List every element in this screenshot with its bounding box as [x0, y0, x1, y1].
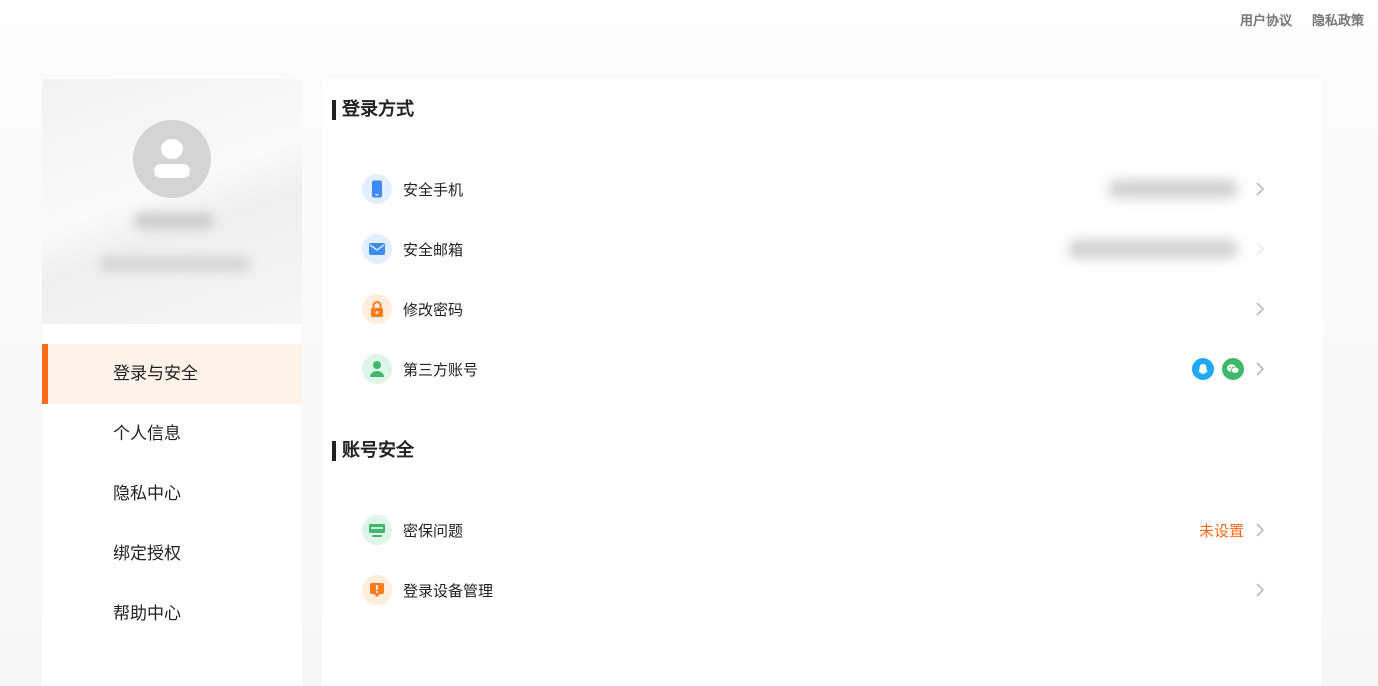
- sidebar-item-help-center[interactable]: 帮助中心: [42, 584, 302, 644]
- login-device-management-label: 登录设备管理: [403, 581, 494, 600]
- third-party-accounts-row[interactable]: 第三方账号: [362, 349, 1268, 389]
- login-device-management-row[interactable]: 登录设备管理: [362, 570, 1268, 610]
- blurred-username: [134, 212, 214, 230]
- chevron-right-icon: [1256, 242, 1265, 256]
- wechat-icon: [1222, 358, 1244, 380]
- status-unset-text: 未设置: [1198, 521, 1244, 540]
- security-email-label: 安全邮箱: [403, 240, 464, 259]
- sidebar-item-privacy-center[interactable]: 隐私中心: [42, 464, 302, 524]
- monitor-icon: [362, 515, 392, 545]
- qq-icon: [1192, 358, 1214, 380]
- chevron-right-icon: [1256, 302, 1265, 316]
- security-phone-value: [1108, 180, 1268, 198]
- chevron-right-icon: [1256, 523, 1265, 537]
- security-email-row[interactable]: 安全邮箱: [362, 229, 1268, 269]
- device-alert-icon: [362, 575, 392, 605]
- sidebar-item-bind-authorization[interactable]: 绑定授权: [42, 524, 302, 584]
- lock-icon: [362, 294, 392, 324]
- account-security-title: 账号安全: [332, 441, 414, 461]
- security-phone-row[interactable]: 安全手机: [362, 169, 1268, 209]
- change-password-row[interactable]: 修改密码: [362, 289, 1268, 329]
- main-panel: 登录方式 安全手机 安全邮箱 修改密码 第三方账号 账号安全 密保问题 未设置 …: [322, 79, 1322, 686]
- security-phone-label: 安全手机: [403, 180, 464, 199]
- top-links: 用户协议 隐私政策: [1240, 10, 1364, 29]
- blurred-user-info: [100, 256, 250, 272]
- chevron-right-icon: [1256, 362, 1265, 376]
- security-question-status: 未设置: [1199, 520, 1268, 541]
- account-settings-page: 用户协议 隐私政策 登录与安全 个人信息 隐私中心 绑定授权 帮助中心 登录方式: [0, 0, 1378, 686]
- chevron-right-icon: [1256, 583, 1265, 597]
- user-icon: [362, 354, 392, 384]
- third-party-badges: [1192, 358, 1268, 380]
- login-methods-title: 登录方式: [332, 100, 414, 120]
- third-party-accounts-label: 第三方账号: [403, 360, 479, 379]
- sidebar-item-personal-info[interactable]: 个人信息: [42, 404, 302, 464]
- change-password-label: 修改密码: [403, 300, 464, 319]
- security-email-value: [1068, 240, 1268, 258]
- profile-card: [42, 79, 302, 324]
- security-question-label: 密保问题: [403, 521, 464, 540]
- sidebar: 登录与安全 个人信息 隐私中心 绑定授权 帮助中心: [42, 79, 302, 686]
- mail-icon: [362, 234, 392, 264]
- avatar-head-shape: [161, 139, 183, 159]
- change-password-action: [1252, 301, 1268, 317]
- security-question-row[interactable]: 密保问题 未设置: [362, 510, 1268, 550]
- chevron-right-icon: [1256, 182, 1265, 196]
- blurred-email-address: [1068, 240, 1238, 258]
- user-agreement-link[interactable]: 用户协议: [1240, 10, 1292, 29]
- blurred-phone-number: [1108, 180, 1238, 198]
- avatar-body-shape: [154, 164, 190, 178]
- privacy-policy-link[interactable]: 隐私政策: [1312, 10, 1364, 29]
- sidebar-nav: 登录与安全 个人信息 隐私中心 绑定授权 帮助中心: [42, 344, 302, 644]
- phone-icon: [362, 174, 392, 204]
- avatar[interactable]: [133, 120, 211, 198]
- sidebar-item-login-security[interactable]: 登录与安全: [42, 344, 302, 404]
- login-device-management-action: [1252, 582, 1268, 598]
